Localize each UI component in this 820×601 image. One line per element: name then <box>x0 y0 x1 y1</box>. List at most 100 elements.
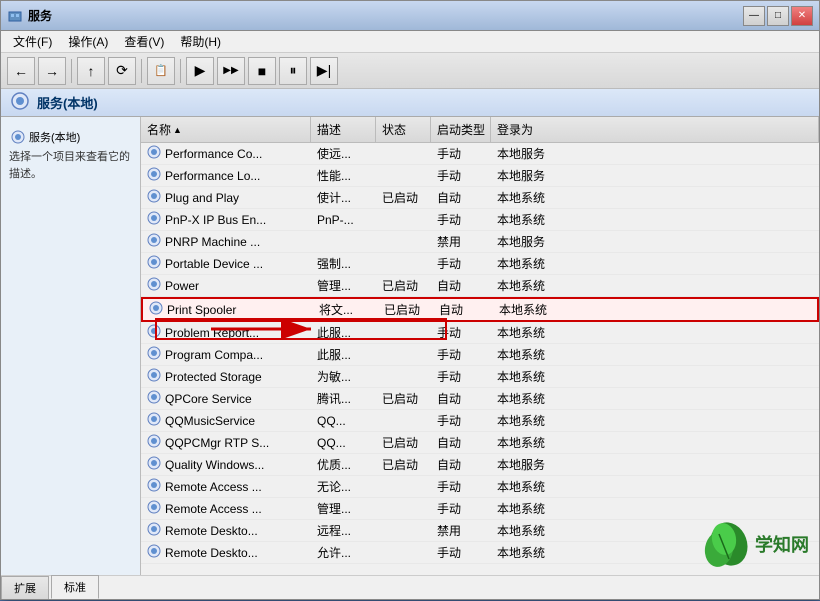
cell-startup-8: 手动 <box>431 322 491 343</box>
row-icon-14 <box>147 456 161 473</box>
table-row[interactable]: Remote Access ... 管理... 手动 本地系统 <box>141 498 819 520</box>
row-icon-3 <box>147 211 161 228</box>
col-header-status[interactable]: 状态 <box>376 117 431 142</box>
menu-file[interactable]: 文件(F) <box>5 31 60 52</box>
table-row[interactable]: Power 管理... 已启动 自动 本地系统 <box>141 275 819 297</box>
menu-action[interactable]: 操作(A) <box>60 31 116 52</box>
stop-service-button[interactable]: ■ <box>248 57 276 85</box>
row-icon-4 <box>147 233 161 250</box>
window-icon <box>7 8 23 24</box>
back-button[interactable]: ← <box>7 57 35 85</box>
tab-extended[interactable]: 扩展 <box>1 576 49 599</box>
table-row[interactable]: Performance Lo... 性能... 手动 本地服务 <box>141 165 819 187</box>
cell-login-1: 本地服务 <box>491 165 819 186</box>
row-name-14: Quality Windows... <box>165 458 264 472</box>
cell-login-12: 本地系统 <box>491 410 819 431</box>
table-row[interactable]: PNRP Machine ... 禁用 本地服务 <box>141 231 819 253</box>
forward-button[interactable]: → <box>38 57 66 85</box>
cell-login-8: 本地系统 <box>491 322 819 343</box>
pause-service-button[interactable]: ⏸ <box>279 57 307 85</box>
row-icon-16 <box>147 500 161 517</box>
cell-desc-12: QQ... <box>311 412 376 430</box>
cell-status-16 <box>376 507 431 511</box>
cell-name-3: PnP-X IP Bus En... <box>141 209 311 230</box>
col-header-desc[interactable]: 描述 <box>311 117 376 142</box>
table-row[interactable]: Print Spooler 将文... 已启动 自动 本地系统 <box>141 297 819 322</box>
service-area: 名称 ▲ 描述 状态 启动类型 登录为 <box>141 117 819 575</box>
cell-startup-15: 手动 <box>431 476 491 497</box>
menu-view[interactable]: 查看(V) <box>116 31 172 52</box>
cell-desc-17: 远程... <box>311 520 376 541</box>
cell-startup-16: 手动 <box>431 498 491 519</box>
row-icon-13 <box>147 434 161 451</box>
table-row[interactable]: Portable Device ... 强制... 手动 本地系统 <box>141 253 819 275</box>
row-icon-12 <box>147 412 161 429</box>
cell-login-15: 本地系统 <box>491 476 819 497</box>
table-row[interactable]: QQMusicService QQ... 手动 本地系统 <box>141 410 819 432</box>
col-header-name[interactable]: 名称 ▲ <box>141 117 311 142</box>
cell-startup-9: 手动 <box>431 344 491 365</box>
cell-login-11: 本地系统 <box>491 388 819 409</box>
minimize-button[interactable]: — <box>743 6 765 26</box>
cell-desc-16: 管理... <box>311 498 376 519</box>
cell-status-13: 已启动 <box>376 432 431 453</box>
cell-status-15 <box>376 485 431 489</box>
start-service-button-2[interactable]: ▶▶ <box>217 57 245 85</box>
cell-name-13: QQPCMgr RTP S... <box>141 432 311 453</box>
sidebar: 服务(本地) 选择一个项目来查看它的描述。 <box>1 117 141 575</box>
window-title: 服务 <box>28 7 52 24</box>
cell-startup-3: 手动 <box>431 209 491 230</box>
col-header-startup[interactable]: 启动类型 <box>431 117 491 142</box>
close-button[interactable]: ✕ <box>791 6 813 26</box>
table-body[interactable]: Performance Co... 使远... 手动 本地服务 Performa… <box>141 143 819 575</box>
cell-name-7: Print Spooler <box>143 299 313 320</box>
tab-standard[interactable]: 标准 <box>51 575 99 599</box>
start-service-button[interactable]: ▶ <box>186 57 214 85</box>
address-label: 服务(本地) <box>37 93 98 112</box>
cell-login-4: 本地服务 <box>491 231 819 252</box>
cell-name-12: QQMusicService <box>141 410 311 431</box>
table-row[interactable]: QQPCMgr RTP S... QQ... 已启动 自动 本地系统 <box>141 432 819 454</box>
cell-desc-0: 使远... <box>311 143 376 164</box>
cell-startup-14: 自动 <box>431 454 491 475</box>
table-row[interactable]: Problem Report... 此服... 手动 本地系统 <box>141 322 819 344</box>
cell-name-16: Remote Access ... <box>141 498 311 519</box>
row-name-7: Print Spooler <box>167 303 236 317</box>
menu-help[interactable]: 帮助(H) <box>172 31 229 52</box>
cell-startup-7: 自动 <box>433 299 493 320</box>
restart-service-button[interactable]: ▶| <box>310 57 338 85</box>
cell-name-18: Remote Deskto... <box>141 542 311 563</box>
col-header-login[interactable]: 登录为 <box>491 117 819 142</box>
cell-status-0 <box>376 152 431 156</box>
cell-startup-17: 禁用 <box>431 520 491 541</box>
table-row[interactable]: Quality Windows... 优质... 已启动 自动 本地服务 <box>141 454 819 476</box>
row-icon-1 <box>147 167 161 184</box>
table-row[interactable]: QPCore Service 腾讯... 已启动 自动 本地系统 <box>141 388 819 410</box>
table-row[interactable]: Program Compa... 此服... 手动 本地系统 <box>141 344 819 366</box>
table-row[interactable]: Remote Access ... 无论... 手动 本地系统 <box>141 476 819 498</box>
table-row[interactable]: Plug and Play 使计... 已启动 自动 本地系统 <box>141 187 819 209</box>
cell-name-11: QPCore Service <box>141 388 311 409</box>
watermark: 学知网 <box>699 519 809 569</box>
cell-name-1: Performance Lo... <box>141 165 311 186</box>
cell-status-3 <box>376 218 431 222</box>
toolbar-btn-3[interactable]: 📋 <box>147 57 175 85</box>
table-row[interactable]: Protected Storage 为敏... 手动 本地系统 <box>141 366 819 388</box>
cell-name-2: Plug and Play <box>141 187 311 208</box>
row-name-8: Problem Report... <box>165 326 259 340</box>
cell-startup-11: 自动 <box>431 388 491 409</box>
up-button[interactable]: ↑ <box>77 57 105 85</box>
row-icon-10 <box>147 368 161 385</box>
cell-startup-6: 自动 <box>431 275 491 296</box>
table-row[interactable]: PnP-X IP Bus En... PnP-... 手动 本地系统 <box>141 209 819 231</box>
cell-login-6: 本地系统 <box>491 275 819 296</box>
cell-startup-18: 手动 <box>431 542 491 563</box>
maximize-button[interactable]: □ <box>767 6 789 26</box>
sidebar-item-services[interactable]: 服务(本地) <box>9 125 132 149</box>
cell-login-0: 本地服务 <box>491 143 819 164</box>
table-row[interactable]: Performance Co... 使远... 手动 本地服务 <box>141 143 819 165</box>
refresh-button[interactable]: ⟳ <box>108 57 136 85</box>
cell-name-6: Power <box>141 275 311 296</box>
cell-status-4 <box>376 240 431 244</box>
row-icon-9 <box>147 346 161 363</box>
